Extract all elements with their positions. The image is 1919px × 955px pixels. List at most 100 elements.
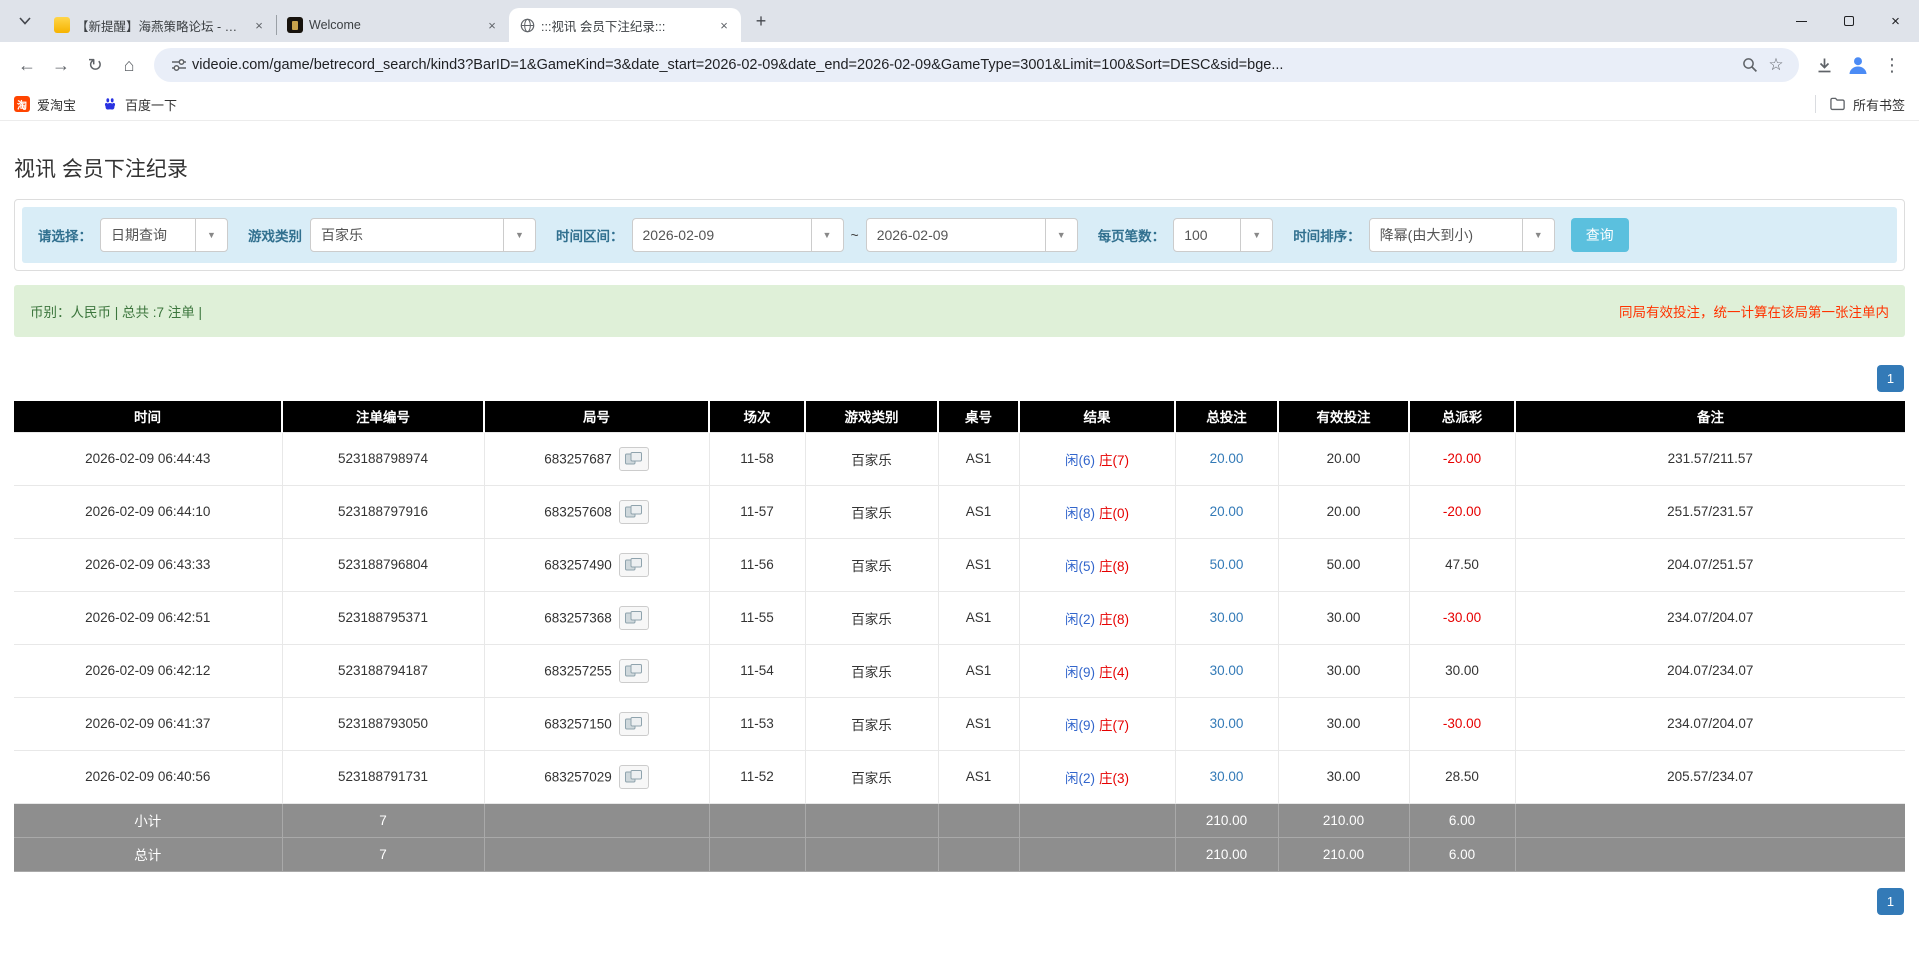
date-end-select[interactable]: 2026-02-09 ▼ (865, 218, 1078, 252)
column-header: 备注 (1515, 401, 1905, 432)
bookmark-aitaobao[interactable]: 淘 爱淘宝 (14, 95, 76, 114)
cell-payout: -30.00 (1408, 590, 1516, 645)
summary-cell (937, 802, 1020, 838)
tab-close-icon[interactable]: × (250, 16, 268, 34)
summary-cell (1018, 802, 1176, 838)
cell-payout: 30.00 (1408, 643, 1516, 698)
result-player: 闲(9) (1065, 717, 1095, 733)
window-maximize-button[interactable] (1825, 0, 1872, 42)
notice-text: 同局有效投注，统一计算在该局第一张注单内 (1619, 305, 1889, 320)
result-banker: 庄(7) (1099, 717, 1129, 733)
cell-note: 251.57/231.57 (1514, 484, 1905, 539)
cell-total-bet[interactable]: 30.00 (1174, 590, 1279, 645)
column-header: 总派彩 (1409, 401, 1516, 432)
currency-total-text: 币别：人民币 | 总共 :7 注单 | (30, 305, 203, 320)
page-size-select[interactable]: 100 ▼ (1173, 218, 1274, 252)
all-bookmarks[interactable]: 所有书签 (1814, 95, 1905, 114)
summary-cell: 210.00 (1277, 836, 1410, 872)
tab-bet-records[interactable]: :::视讯 会员下注纪录::: × (509, 8, 741, 42)
cell-total-bet[interactable]: 30.00 (1174, 749, 1279, 804)
round-detail-button[interactable] (618, 764, 649, 789)
reload-icon[interactable]: ↻ (78, 48, 112, 82)
downloads-icon[interactable] (1807, 48, 1841, 82)
round-detail-button[interactable] (618, 552, 649, 577)
cell-time: 2026-02-09 06:43:33 (14, 537, 283, 592)
forum-favicon-icon (54, 17, 70, 33)
result-banker: 庄(8) (1099, 558, 1129, 574)
cell-valid-bet: 20.00 (1277, 484, 1410, 539)
menu-kebab-icon[interactable]: ⋮ (1875, 48, 1909, 82)
tab-forum[interactable]: 【新提醒】海燕策略论坛 - 综合 × (44, 8, 276, 42)
tab-close-icon[interactable]: × (715, 16, 733, 34)
table-row: 2026-02-09 06:40:56 523188791731 683257029… (14, 749, 1905, 804)
round-detail-button[interactable] (618, 499, 649, 524)
column-header: 桌号 (938, 401, 1020, 432)
profile-avatar-icon[interactable] (1841, 48, 1875, 82)
window-close-button[interactable]: × (1872, 0, 1919, 42)
window-minimize-button[interactable] (1778, 0, 1825, 42)
site-settings-tune-icon[interactable] (166, 52, 192, 78)
bookmark-baidu[interactable]: 百度一下 (102, 95, 177, 114)
page-size-value: 100 (1184, 227, 1208, 243)
chevron-down-icon: ▼ (810, 219, 843, 251)
cell-payout: -20.00 (1408, 484, 1516, 539)
forward-icon[interactable]: → (44, 48, 78, 82)
back-icon[interactable]: ← (10, 48, 44, 82)
address-bar[interactable]: videoie.com/game/betrecord_search/kind3?… (154, 48, 1799, 82)
cards-icon (625, 452, 643, 465)
query-type-select[interactable]: 日期查询 ▼ (100, 218, 228, 252)
url-text[interactable]: videoie.com/game/betrecord_search/kind3?… (192, 57, 1737, 73)
round-detail-button[interactable] (618, 658, 649, 683)
cell-bet-id: 523188796804 (281, 537, 485, 592)
round-detail-button[interactable] (618, 605, 649, 630)
cell-total-bet[interactable]: 20.00 (1174, 484, 1279, 539)
bookmarks-separator (1814, 95, 1816, 113)
cell-total-bet[interactable]: 50.00 (1174, 537, 1279, 592)
window-controls: × (1778, 0, 1919, 42)
page-1-button[interactable]: 1 (1877, 887, 1904, 915)
date-range-label: 时间区间： (556, 229, 624, 244)
summary-cell: 小计 (14, 802, 283, 838)
cell-round-id: 683257687 (483, 431, 710, 486)
cell-result: 闲(9) 庄(7) (1018, 696, 1176, 751)
tab-close-icon[interactable]: × (483, 16, 501, 34)
total-row: 总计 7 210.00 210.00 6.00 (14, 836, 1905, 872)
result-player: 闲(5) (1065, 558, 1095, 574)
summary-cell (483, 836, 710, 872)
bookmarks-bar: 淘 爱淘宝 百度一下 所有书签 (0, 88, 1919, 121)
cell-total-bet[interactable]: 30.00 (1174, 643, 1279, 698)
cell-valid-bet: 30.00 (1277, 749, 1410, 804)
new-tab-button[interactable]: + (747, 7, 775, 35)
result-banker: 庄(4) (1099, 664, 1129, 680)
bookmark-star-icon[interactable]: ☆ (1763, 52, 1789, 78)
cell-session: 11-56 (708, 537, 806, 592)
cell-total-bet[interactable]: 30.00 (1174, 696, 1279, 751)
cell-note: 204.07/251.57 (1514, 537, 1905, 592)
query-button[interactable]: 查询 (1570, 218, 1629, 252)
column-header: 局号 (484, 401, 710, 432)
tab-search-button[interactable] (10, 6, 40, 36)
game-type-select[interactable]: 百家乐 ▼ (310, 218, 536, 252)
welcome-favicon-icon (287, 17, 303, 33)
home-icon[interactable]: ⌂ (112, 48, 146, 82)
tab-title: 【新提醒】海燕策略论坛 - 综合 (76, 19, 244, 34)
cell-note: 231.57/211.57 (1514, 431, 1905, 486)
summary-cell: 6.00 (1408, 836, 1516, 872)
cell-session: 11-57 (708, 484, 806, 539)
zoom-magnifier-icon[interactable] (1737, 52, 1763, 78)
column-header: 结果 (1019, 401, 1176, 432)
date-start-select[interactable]: 2026-02-09 ▼ (631, 218, 844, 252)
time-sort-select[interactable]: 降幂(由大到小) ▼ (1368, 218, 1555, 252)
cell-time: 2026-02-09 06:44:10 (14, 484, 283, 539)
page-1-button[interactable]: 1 (1877, 365, 1904, 392)
summary-alert-bar: 币别：人民币 | 总共 :7 注单 | 同局有效投注，统一计算在该局第一张注单内 (14, 285, 1905, 337)
cell-total-bet[interactable]: 20.00 (1174, 431, 1279, 486)
tab-welcome[interactable]: Welcome × (277, 8, 509, 42)
pagination-top: 1 (15, 365, 1904, 392)
column-header: 总投注 (1175, 401, 1279, 432)
result-player: 闲(2) (1065, 770, 1095, 786)
summary-cell (804, 802, 939, 838)
round-detail-button[interactable] (618, 446, 649, 471)
date-end-value: 2026-02-09 (876, 227, 949, 243)
round-detail-button[interactable] (618, 711, 649, 736)
